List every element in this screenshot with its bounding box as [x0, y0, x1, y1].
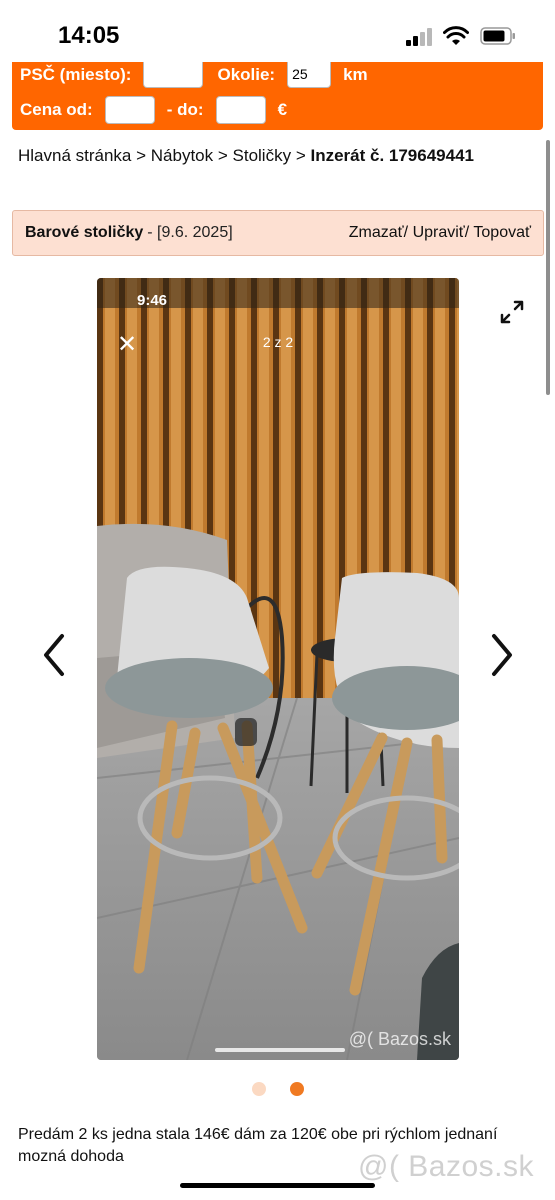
chevron-left-icon[interactable] — [40, 632, 70, 678]
psc-label: PSČ (miesto): — [20, 65, 132, 84]
breadcrumb-home[interactable]: Hlavná stránka — [18, 146, 131, 165]
price-to-input[interactable] — [215, 96, 266, 124]
breadcrumb-category[interactable]: Nábytok — [151, 146, 213, 165]
bazos-watermark: @( Bazos.sk — [358, 1150, 534, 1183]
breadcrumb-current: Inzerát č. 179649441 — [310, 146, 474, 165]
status-time: 14:05 — [58, 22, 120, 49]
gallery-dot[interactable] — [252, 1082, 266, 1096]
photo-image — [97, 278, 459, 1060]
gallery-dots — [252, 1082, 304, 1096]
price-to-label: - do: — [166, 100, 204, 119]
photo-home-indicator — [215, 1048, 345, 1052]
breadcrumb-subcategory[interactable]: Stoličky — [233, 146, 292, 165]
okolie-input[interactable]: 25 — [287, 62, 332, 88]
km-label: km — [343, 65, 368, 84]
search-row-location: PSČ (miesto): Okolie: 25 km — [20, 62, 368, 88]
currency-label: € — [277, 100, 288, 119]
breadcrumb-separator: > — [291, 146, 311, 165]
wifi-icon — [443, 26, 469, 45]
breadcrumb: Hlavná stránka > Nábytok > Stoličky > In… — [18, 145, 538, 167]
gallery-dot-active[interactable] — [290, 1082, 304, 1096]
product-photo[interactable]: 9:46 ✕ 2 z 2 @( Bazos.sk — [97, 278, 459, 1060]
psc-input[interactable] — [143, 62, 204, 88]
search-bar: PSČ (miesto): Okolie: 25 km Cena od: - d… — [12, 62, 543, 130]
cena-label: Cena od: — [20, 100, 93, 119]
signal-icon — [406, 28, 434, 46]
photo-watermark: @( Bazos.sk — [348, 1029, 451, 1049]
okolie-label: Okolie: — [217, 65, 276, 84]
photo-inner-time: 9:46 — [137, 292, 168, 309]
breadcrumb-separator: > — [213, 146, 233, 165]
price-from-input[interactable] — [104, 96, 155, 124]
search-row-price: Cena od: - do: € — [20, 94, 287, 126]
ad-title-bar: Barové stoličky - [9.6. 2025] Zmazať/ Up… — [12, 210, 544, 256]
chevron-right-icon[interactable] — [486, 632, 516, 678]
photo-counter: 2 z 2 — [262, 334, 294, 350]
ad-actions-link[interactable]: Zmazať/ Upraviť/ Topovať — [349, 224, 531, 242]
ad-title: Barové stoličky — [25, 224, 144, 241]
breadcrumb-separator: > — [131, 146, 151, 165]
home-indicator — [180, 1183, 375, 1188]
ad-date: - [9.6. 2025] — [147, 224, 233, 241]
status-bar: 14:05 — [0, 0, 555, 66]
scrollbar[interactable] — [546, 140, 550, 395]
expand-icon[interactable] — [498, 298, 526, 326]
battery-icon — [480, 27, 515, 45]
